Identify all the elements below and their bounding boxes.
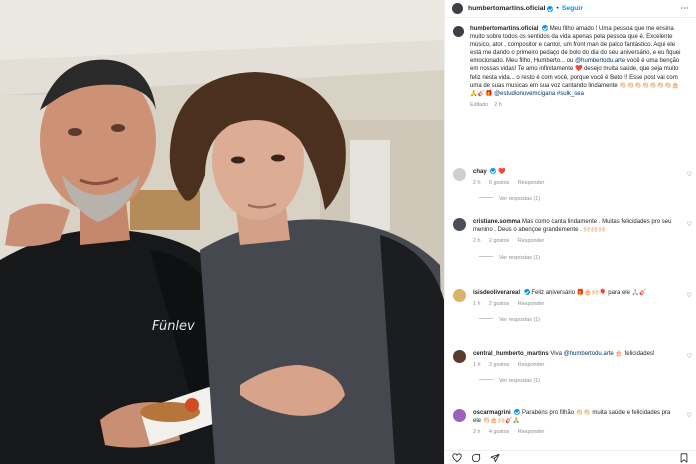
edited-time: 2 h	[494, 101, 502, 108]
reply-button[interactable]: Responder	[518, 238, 544, 244]
commenter-username[interactable]: central_humberto_martins	[473, 351, 549, 357]
commenter-username[interactable]: oscarmagrini	[473, 410, 511, 416]
caption-avatar[interactable]	[453, 26, 464, 37]
view-replies-button[interactable]: Ver respostas (1)	[479, 195, 673, 203]
caption-tags[interactable]: @estudionuvemcigana #sulk_sea	[494, 91, 584, 97]
commenter-avatar[interactable]	[453, 168, 466, 181]
comment-text: Feliz aniversário 🎁🎂🙌🏻🎈 para ele 🙏🏻🎸	[531, 290, 647, 296]
comment-item: chay ❤️ 2 h 6 gostos Responder Ver respo…	[453, 168, 692, 204]
post-caption: humbertomartins.oficial Meu filho amado …	[445, 25, 696, 109]
view-replies-button[interactable]: Ver respostas (1)	[479, 316, 673, 324]
comment-time: 1 h	[473, 301, 481, 308]
heart-outline-icon[interactable]: ♡	[687, 171, 692, 179]
comment-item: cristiane.somma Mas como canta lindament…	[453, 218, 692, 262]
post-action-bar	[445, 450, 696, 464]
follow-button[interactable]: Seguir	[562, 5, 583, 12]
heart-outline-icon[interactable]: ♡	[687, 353, 692, 361]
post-header: humbertomartins.oficial • Seguir ···	[445, 0, 696, 18]
comment-meta: 2 h 4 gostos Responder	[473, 428, 673, 436]
comment-likes[interactable]: 2 gostos	[489, 238, 509, 244]
more-options-icon[interactable]: ···	[681, 5, 689, 12]
post-sidebar: humbertomartins.oficial • Seguir ··· hum…	[444, 0, 696, 464]
verified-badge-icon	[514, 409, 521, 415]
commenter-avatar[interactable]	[453, 218, 466, 231]
comment-time: 1 h	[473, 362, 481, 369]
caption-meta: Editado 2 h	[470, 101, 682, 109]
comment-likes[interactable]: 6 gostos	[489, 180, 509, 186]
comment-time: 2 h	[473, 238, 481, 245]
commenter-avatar[interactable]	[453, 350, 466, 363]
verified-badge-icon	[490, 168, 497, 174]
comments-scroll-area[interactable]: humbertomartins.oficial Meu filho amado …	[445, 25, 696, 442]
comment-likes[interactable]: 2 gostos	[489, 301, 509, 307]
comment-meta: 2 h 6 gostos Responder	[473, 179, 673, 187]
caption-username[interactable]: humbertomartins.oficial	[470, 26, 538, 32]
heart-outline-icon[interactable]: ♡	[687, 292, 692, 300]
reply-button[interactable]: Responder	[518, 362, 544, 368]
reply-button[interactable]: Responder	[518, 301, 544, 307]
comment-text: ❤️	[498, 169, 506, 175]
heart-outline-icon[interactable]: ♡	[687, 221, 692, 229]
verified-badge-icon	[542, 25, 549, 31]
shirt-print: Fünlev	[152, 319, 195, 334]
reply-button[interactable]: Responder	[518, 180, 544, 186]
comment-item: central_humberto_martins Viva @humbertod…	[453, 350, 692, 386]
commenter-avatar[interactable]	[453, 409, 466, 422]
caption-mention[interactable]: @humbertodu.arte	[575, 58, 625, 64]
reply-button[interactable]: Responder	[518, 429, 544, 435]
author-username[interactable]: humbertomartins.oficial	[468, 5, 545, 12]
separator-dot: •	[556, 5, 559, 12]
comment-time: 2 h	[473, 429, 481, 436]
commenter-username[interactable]: cristiane.somma	[473, 219, 520, 225]
view-replies-button[interactable]: Ver respostas (1)	[479, 254, 673, 262]
edited-label: Editado	[470, 101, 489, 108]
send-icon[interactable]	[490, 453, 500, 463]
view-replies-button[interactable]: Ver respostas (1)	[479, 377, 673, 385]
post-photo: Fünlev	[0, 0, 444, 464]
comment-text-continued: 🎂 felicidades!	[615, 351, 655, 357]
comment-meta: 1 h 2 gostos Responder	[473, 361, 673, 369]
bookmark-icon[interactable]	[679, 452, 689, 463]
verified-badge-icon	[547, 5, 554, 12]
heart-outline-icon[interactable]: ♡	[687, 412, 692, 420]
author-avatar[interactable]	[452, 3, 463, 14]
comment-likes[interactable]: 4 gostos	[489, 429, 509, 435]
commenter-username[interactable]: chay	[473, 169, 487, 175]
comment-icon[interactable]	[471, 453, 481, 463]
comment-meta: 1 h 2 gostos Responder	[473, 300, 673, 308]
verified-badge-icon	[523, 289, 530, 295]
comment-item: oscarmagrini Parabéns pro filhão 👏🏻👏🏻 mu…	[453, 409, 692, 437]
comment-time: 2 h	[473, 180, 481, 187]
commenter-username[interactable]: isisdeoliverareal	[473, 290, 520, 296]
comment-item: isisdeoliverareal Feliz aniversário 🎁🎂🙌🏻…	[453, 289, 692, 325]
heart-icon[interactable]	[452, 452, 462, 463]
comment-text: Viva	[550, 351, 562, 357]
comment-mention[interactable]: @humbertodu.arte	[564, 351, 614, 357]
commenter-avatar[interactable]	[453, 289, 466, 302]
comment-likes[interactable]: 2 gostos	[489, 362, 509, 368]
comment-meta: 2 h 2 gostos Responder	[473, 237, 673, 245]
